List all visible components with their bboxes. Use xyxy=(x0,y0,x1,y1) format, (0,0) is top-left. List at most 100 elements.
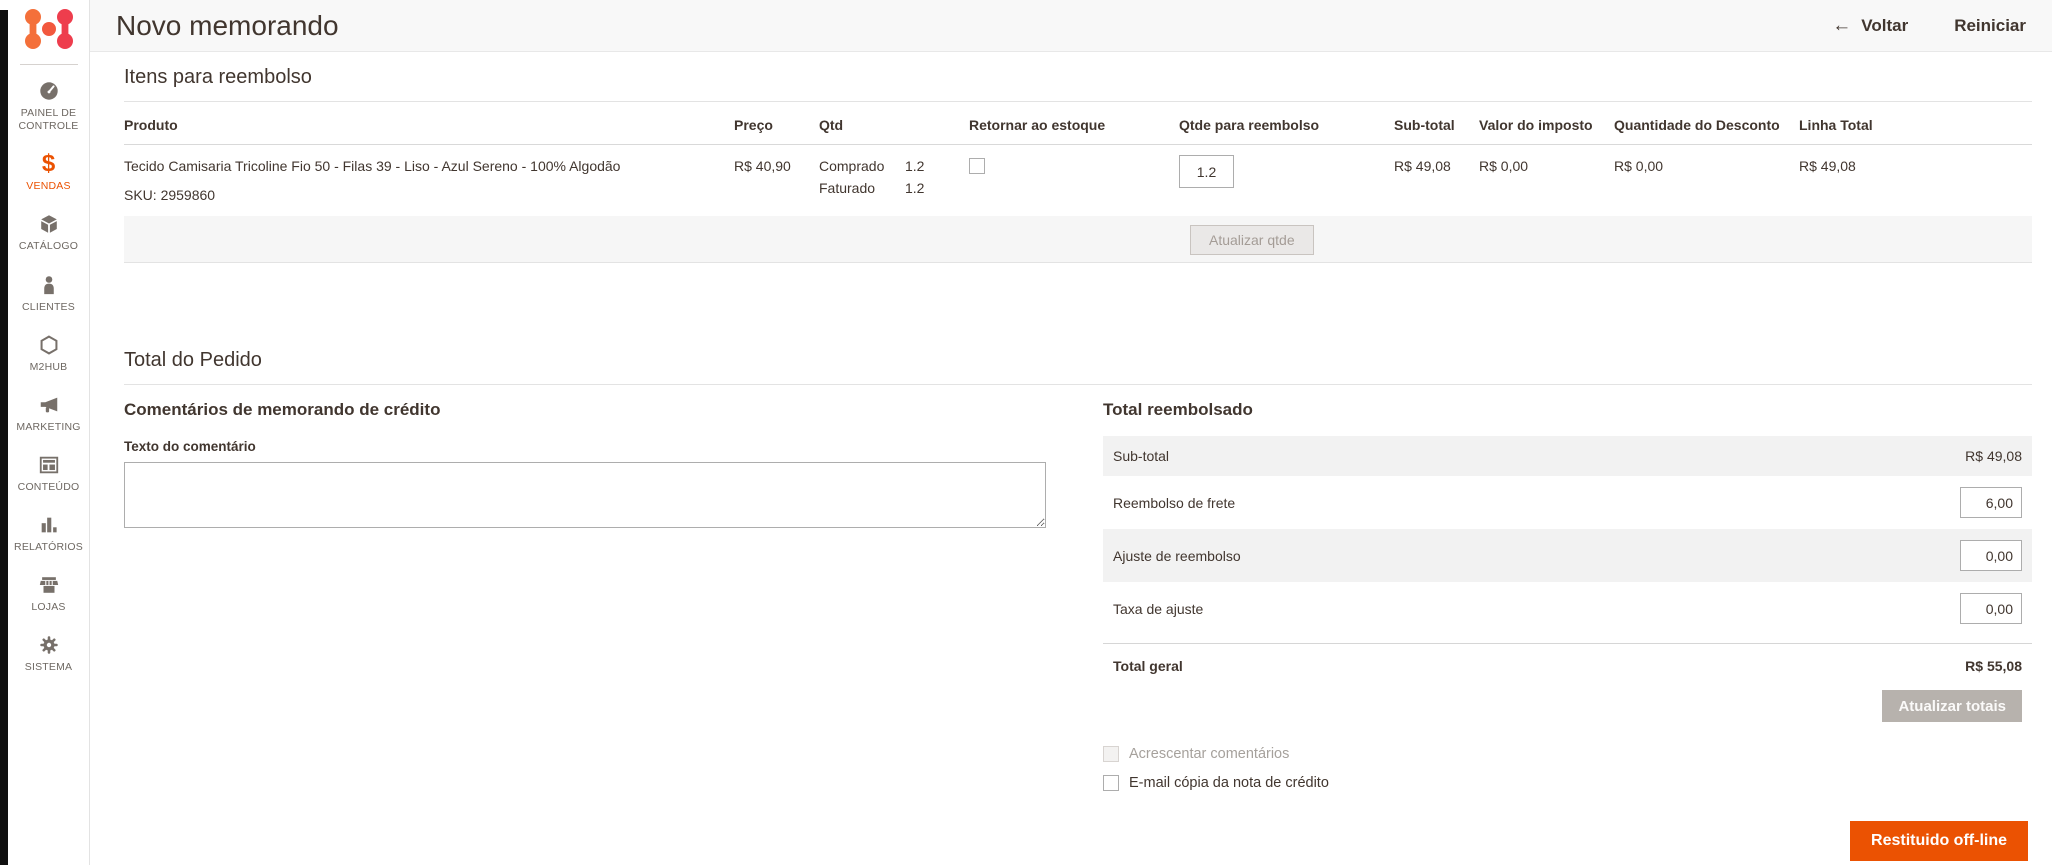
refund-items-table: Produto Preço Qtd Retornar ao estoque Qt… xyxy=(124,102,2032,216)
reset-button[interactable]: Reiniciar xyxy=(1954,16,2026,36)
comment-text-label: Texto do comentário xyxy=(124,439,256,454)
marketing-icon xyxy=(37,393,61,417)
qty-cell: Comprado 1.2 Faturado 1.2 xyxy=(819,145,969,217)
sidebar-item-label: CONTEÚDO xyxy=(17,480,80,493)
credit-memo-page: PAINEL DE CONTROLE $ VENDAS CATÁLOGO CLI… xyxy=(0,0,2052,865)
refund-totals-rows: Sub-total R$ 49,08 Reembolso de frete Aj… xyxy=(1103,436,2032,635)
adjustment-fee-row: Taxa de ajuste xyxy=(1103,582,2032,635)
col-header-quantidade-do-desconto: Quantidade do Desconto xyxy=(1614,102,1799,145)
grand-total-row: Total geral R$ 55,08 xyxy=(1103,643,2032,688)
sidebar-item-label: PAINEL DE CONTROLE xyxy=(18,107,79,133)
shipping-refund-input[interactable] xyxy=(1960,487,2022,518)
email-copy-checkbox[interactable] xyxy=(1103,775,1119,791)
credit-memo-comments-panel: Comentários de memorando de crédito Text… xyxy=(124,400,1046,861)
reports-icon xyxy=(37,513,61,537)
admin-menu-edge-strip xyxy=(0,10,8,865)
brand-logo[interactable] xyxy=(23,0,75,64)
update-totals-row: Atualizar totais xyxy=(1103,690,2032,722)
back-button-label: Voltar xyxy=(1861,15,1909,35)
adjustment-refund-label: Ajuste de reembolso xyxy=(1113,547,1241,564)
sidebar-nav: PAINEL DE CONTROLE $ VENDAS CATÁLOGO CLI… xyxy=(8,79,89,674)
sidebar-item-marketing[interactable]: MARKETING xyxy=(8,393,89,434)
append-comments-option: Acrescentar comentários xyxy=(1103,746,2032,762)
append-comments-label: Acrescentar comentários xyxy=(1129,746,1290,762)
options-checkboxes: Acrescentar comentários E-mail cópia da … xyxy=(1103,746,2032,791)
grand-total-label: Total geral xyxy=(1113,658,1183,674)
m2hub-logo-icon xyxy=(24,9,73,49)
shipping-refund-label: Reembolso de frete xyxy=(1113,494,1236,511)
update-qty-band: Atualizar qtde xyxy=(124,216,2032,263)
return-to-stock-checkbox[interactable] xyxy=(969,158,985,174)
page-header: Novo memorando ← Voltar Reiniciar xyxy=(90,0,2052,52)
m2hub-icon xyxy=(37,333,61,357)
sidebar-item-vendas[interactable]: $ VENDAS xyxy=(8,152,89,193)
col-header-valor-do-imposto: Valor do imposto xyxy=(1479,102,1614,145)
sidebar-item-conteudo[interactable]: CONTEÚDO xyxy=(8,453,89,494)
order-total-columns: Comentários de memorando de crédito Text… xyxy=(124,400,2032,861)
comment-textarea[interactable] xyxy=(124,462,1046,528)
qty-invoiced-value: 1.2 xyxy=(905,180,925,196)
qty-ordered-label: Comprado xyxy=(819,158,885,174)
sidebar-item-sistema[interactable]: SISTEMA xyxy=(8,633,89,674)
col-header-preco: Preço xyxy=(734,102,819,145)
order-total-section-title: Total do Pedido xyxy=(124,349,2032,385)
subtotal-row: Sub-total R$ 49,08 xyxy=(1103,436,2032,476)
refund-offline-button[interactable]: Restituido off-line xyxy=(1850,821,2028,861)
admin-sidebar: PAINEL DE CONTROLE $ VENDAS CATÁLOGO CLI… xyxy=(0,0,90,865)
update-qty-button[interactable]: Atualizar qtde xyxy=(1190,225,1314,255)
col-header-produto: Produto xyxy=(124,102,734,145)
stores-icon xyxy=(37,573,61,597)
qty-invoiced-label: Faturado xyxy=(819,180,876,196)
shipping-refund-row: Reembolso de frete xyxy=(1103,476,2032,529)
sidebar-item-m2hub[interactable]: M2HUB xyxy=(8,333,89,374)
page-title: Novo memorando xyxy=(116,9,339,41)
main-area: Novo memorando ← Voltar Reiniciar Itens … xyxy=(90,0,2052,865)
table-row: Tecido Camisaria Tricoline Fio 50 - Fila… xyxy=(124,145,2032,217)
return-to-stock-cell xyxy=(969,145,1179,217)
adjustment-refund-input[interactable] xyxy=(1960,540,2022,571)
header-actions: ← Voltar Reiniciar xyxy=(1832,15,2026,37)
submit-row: Restituido off-line xyxy=(1103,821,2032,861)
sidebar-item-catalogo[interactable]: CATÁLOGO xyxy=(8,212,89,253)
col-header-qtde-para-reembolso: Qtde para reembolso xyxy=(1179,102,1394,145)
sidebar-item-clientes[interactable]: CLIENTES xyxy=(8,273,89,314)
dashboard-icon xyxy=(37,79,61,103)
col-header-sub-total: Sub-total xyxy=(1394,102,1479,145)
sidebar-item-lojas[interactable]: LOJAS xyxy=(8,573,89,614)
row-total-cell: R$ 49,08 xyxy=(1799,158,1856,174)
col-header-linha-total: Linha Total xyxy=(1799,102,2032,145)
refund-totals-panel: Total reembolsado Sub-total R$ 49,08 Ree… xyxy=(1103,400,2032,861)
customers-icon xyxy=(37,273,61,297)
refund-totals-title: Total reembolsado xyxy=(1103,400,1253,419)
sidebar-item-relatorios[interactable]: RELATÓRIOS xyxy=(8,513,89,554)
update-totals-button[interactable]: Atualizar totais xyxy=(1882,690,2022,722)
sales-icon: $ xyxy=(41,150,56,178)
qty-to-refund-input[interactable] xyxy=(1179,155,1234,188)
sidebar-item-painel-de-controle[interactable]: PAINEL DE CONTROLE xyxy=(8,79,89,133)
items-section-title: Itens para reembolso xyxy=(124,66,2032,102)
table-header-row: Produto Preço Qtd Retornar ao estoque Qt… xyxy=(124,102,2032,145)
sidebar-item-label: RELATÓRIOS xyxy=(14,541,83,553)
back-arrow-icon: ← xyxy=(1832,14,1852,36)
reset-button-label: Reiniciar xyxy=(1954,15,2026,35)
product-name: Tecido Camisaria Tricoline Fio 50 - Fila… xyxy=(124,158,621,174)
sidebar-item-label: MARKETING xyxy=(16,420,81,433)
sidebar-item-label: M2HUB xyxy=(29,360,68,373)
qty-to-refund-cell xyxy=(1179,145,1394,217)
subtotal-cell: R$ 49,08 xyxy=(1394,158,1451,174)
grand-total-value: R$ 55,08 xyxy=(1965,658,2022,674)
price-cell: R$ 40,90 xyxy=(734,158,791,174)
catalog-icon xyxy=(37,212,61,236)
append-comments-checkbox xyxy=(1103,746,1119,762)
sidebar-item-label: LOJAS xyxy=(31,601,66,614)
tax-amount-cell: R$ 0,00 xyxy=(1479,158,1529,174)
qty-ordered-value: 1.2 xyxy=(905,158,925,174)
email-copy-option: E-mail cópia da nota de crédito xyxy=(1103,775,2032,791)
adjustment-fee-input[interactable] xyxy=(1960,593,2022,624)
adjustment-fee-label: Taxa de ajuste xyxy=(1113,600,1204,617)
discount-amount-cell: R$ 0,00 xyxy=(1614,158,1664,174)
page-content: Itens para reembolso Produto Preço Qtd R… xyxy=(90,52,2052,861)
content-icon xyxy=(37,453,61,477)
back-button[interactable]: ← Voltar xyxy=(1832,15,1908,37)
col-header-qtd: Qtd xyxy=(819,102,969,145)
